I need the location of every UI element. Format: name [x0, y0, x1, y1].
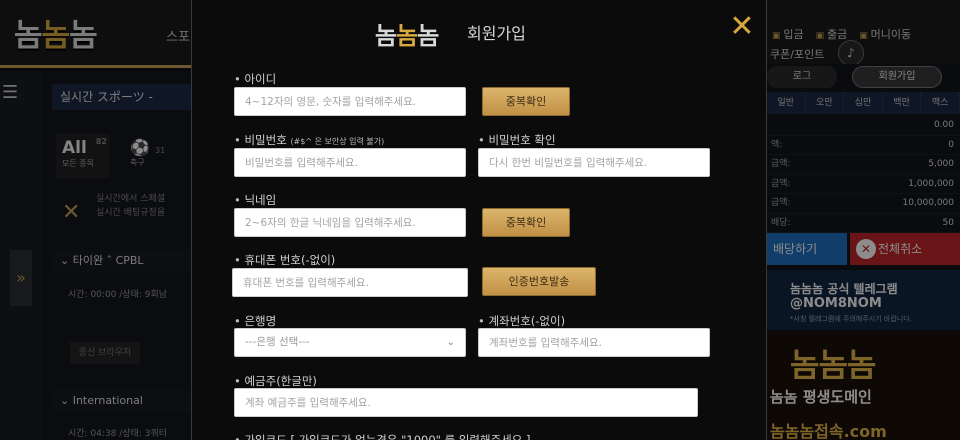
id-label: 아이디	[234, 71, 276, 87]
depositor-field[interactable]	[234, 388, 698, 417]
depositor-label: 예금주(한글만)	[234, 373, 316, 389]
bank-label: 은행명	[234, 313, 276, 329]
account-field[interactable]	[478, 328, 710, 357]
password-label: 비밀번호 (#$^ 은 보안상 입력 불가)	[234, 132, 384, 148]
signup-modal: 놈놈놈 회원가입 ✕ 아이디 중복확인 비밀번호 (#$^ 은 보안상 입력 불…	[191, 0, 767, 440]
password-confirm-field[interactable]	[478, 148, 710, 177]
send-verification-button[interactable]: 인증번호발송	[482, 267, 596, 296]
nickname-duplicate-check-button[interactable]: 중복확인	[482, 208, 570, 237]
password-field[interactable]	[234, 148, 466, 177]
id-field[interactable]	[234, 87, 466, 116]
nickname-field[interactable]	[234, 208, 466, 237]
modal-logo: 놈놈놈	[375, 22, 439, 50]
modal-title: 회원가입	[467, 24, 526, 43]
phone-field[interactable]	[232, 268, 468, 297]
chevron-down-icon: ⌄	[446, 337, 455, 348]
nickname-label: 닉네임	[234, 192, 276, 208]
id-duplicate-check-button[interactable]: 중복확인	[482, 87, 570, 116]
password-confirm-label: 비밀번호 확인	[478, 132, 555, 148]
account-label: 계좌번호(-없이)	[478, 313, 565, 329]
bank-select[interactable]: ---은행 선택--- ⌄	[234, 328, 466, 357]
close-icon[interactable]: ✕	[726, 12, 758, 44]
signup-code-label: 가입코드 [ 가입코드가 없는경우 "1000" 를 입력해주세요 ]	[234, 432, 530, 440]
phone-label: 휴대폰 번호(-없이)	[234, 252, 335, 268]
